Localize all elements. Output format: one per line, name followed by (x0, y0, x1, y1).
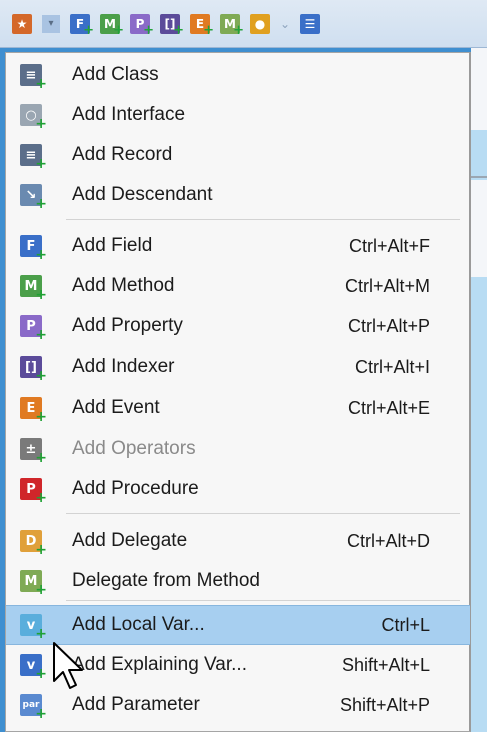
menu-item-add-method[interactable]: M + Add Method Ctrl+Alt+M (6, 266, 470, 306)
menu-separator (66, 513, 460, 514)
menu-item-add-interface[interactable]: ○ + Add Interface (6, 95, 470, 135)
operators-icon: ± + (20, 438, 47, 466)
menu-item-add-operators: ± + Add Operators (6, 429, 470, 469)
menu-item-add-property[interactable]: P + Add Property Ctrl+Alt+P (6, 306, 470, 346)
menu-item-add-indexer[interactable]: [] + Add Indexer Ctrl+Alt+I (6, 347, 470, 387)
menu-item-shortcut: Ctrl+Alt+P (347, 315, 430, 336)
indexer-icon[interactable]: [] + (160, 13, 184, 38)
menu-item-add-descendant[interactable]: ↘ + Add Descendant (6, 175, 470, 215)
explaining-var-icon: v + (20, 654, 47, 682)
menu-item-shortcut: Ctrl+Alt+D (346, 530, 430, 551)
menu-item-label: Add Parameter (72, 694, 200, 715)
dropdown-arrow-icon[interactable]: ▾ (42, 14, 60, 33)
chevron-icon[interactable]: ⌄ (280, 17, 290, 31)
method-icon: M + (20, 275, 47, 303)
interface-icon: ○ + (20, 104, 47, 132)
menu-item-label: Add Event (72, 397, 160, 418)
delegate-icon: D + (20, 530, 47, 558)
menu-item-label: Add Field (72, 235, 153, 256)
menu-item-shortcut: Shift+Alt+L (341, 654, 430, 675)
record-icon: ≡ + (20, 144, 47, 172)
delegate-from-method-icon[interactable]: M + (220, 13, 244, 38)
menu-item-label: Add Property (72, 315, 183, 336)
menu-item-shortcut: Ctrl+Alt+F (348, 235, 430, 256)
menu-item-shortcut: Ctrl+Alt+M (344, 275, 430, 296)
menu-item-label: Delegate from Method (72, 570, 260, 591)
menu-item-shortcut: Shift+Alt+P (339, 694, 430, 715)
editor-divider (471, 176, 487, 178)
menu-item-label: Add Class (72, 64, 159, 85)
menu-separator (66, 219, 460, 220)
descendant-icon: ↘ + (20, 184, 47, 212)
menu-item-label: Add Indexer (72, 356, 175, 377)
menu-item-add-class[interactable]: ≡ + Add Class (6, 55, 470, 95)
mouse-cursor-icon (53, 642, 83, 689)
person-icon[interactable]: ● (250, 13, 270, 34)
menu-item-add-local-var[interactable]: v + Add Local Var... Ctrl+L (6, 605, 470, 645)
indexer-icon: [] + (20, 356, 47, 384)
menu-item-label: Add Descendant (72, 184, 213, 205)
menu-item-label: Add Method (72, 275, 175, 296)
method-icon[interactable]: M + (100, 13, 124, 38)
property-icon: P + (20, 315, 47, 343)
editor-side-strip (471, 130, 487, 180)
list-icon[interactable]: ☰ (300, 13, 321, 34)
editor-side-strip (471, 277, 487, 732)
add-member-icon[interactable]: ★ (12, 13, 32, 34)
parameter-icon: par + (20, 694, 47, 722)
procedure-icon: P + (20, 478, 47, 506)
menu-item-add-delegate[interactable]: D + Add Delegate Ctrl+Alt+D (6, 521, 470, 561)
menu-item-label: Add Explaining Var... (72, 654, 247, 675)
event-icon: E + (20, 397, 47, 425)
toolbar: ★ ▾ F + M + P +[] + E + M + ● ⌄ ☰ (0, 0, 487, 48)
menu-item-label: Add Interface (72, 104, 186, 125)
class-icon: ≡ + (20, 64, 47, 92)
add-member-dropdown-menu: ≡ + Add Class ○ + Add Interface ≡ + Add Record ↘ +… (5, 52, 471, 732)
delegate-from-method-icon: M + (20, 570, 47, 598)
local-var-icon: v + (20, 614, 47, 642)
menu-item-label: Add Operators (72, 438, 196, 459)
property-icon[interactable]: P + (130, 13, 154, 38)
menu-item-delegate-from-method[interactable]: M + Delegate from Method (6, 561, 470, 601)
menu-item-label: Add Local Var... (72, 614, 205, 635)
menu-item-add-event[interactable]: E + Add Event Ctrl+Alt+E (6, 388, 470, 428)
menu-item-label: Add Delegate (72, 530, 188, 551)
event-icon[interactable]: E + (190, 13, 214, 38)
menu-item-shortcut: Ctrl+L (381, 614, 430, 635)
menu-item-add-record[interactable]: ≡ + Add Record (6, 135, 470, 175)
menu-item-label: Add Procedure (72, 478, 199, 499)
menu-item-add-procedure[interactable]: P + Add Procedure (6, 469, 470, 509)
menu-item-add-field[interactable]: F + Add Field Ctrl+Alt+F (6, 226, 470, 266)
menu-separator (66, 600, 460, 601)
field-icon[interactable]: F + (70, 13, 94, 38)
menu-item-shortcut: Ctrl+Alt+E (347, 397, 430, 418)
field-icon: F + (20, 235, 47, 263)
menu-item-shortcut: Ctrl+Alt+I (354, 356, 430, 377)
menu-item-label: Add Record (72, 144, 173, 165)
